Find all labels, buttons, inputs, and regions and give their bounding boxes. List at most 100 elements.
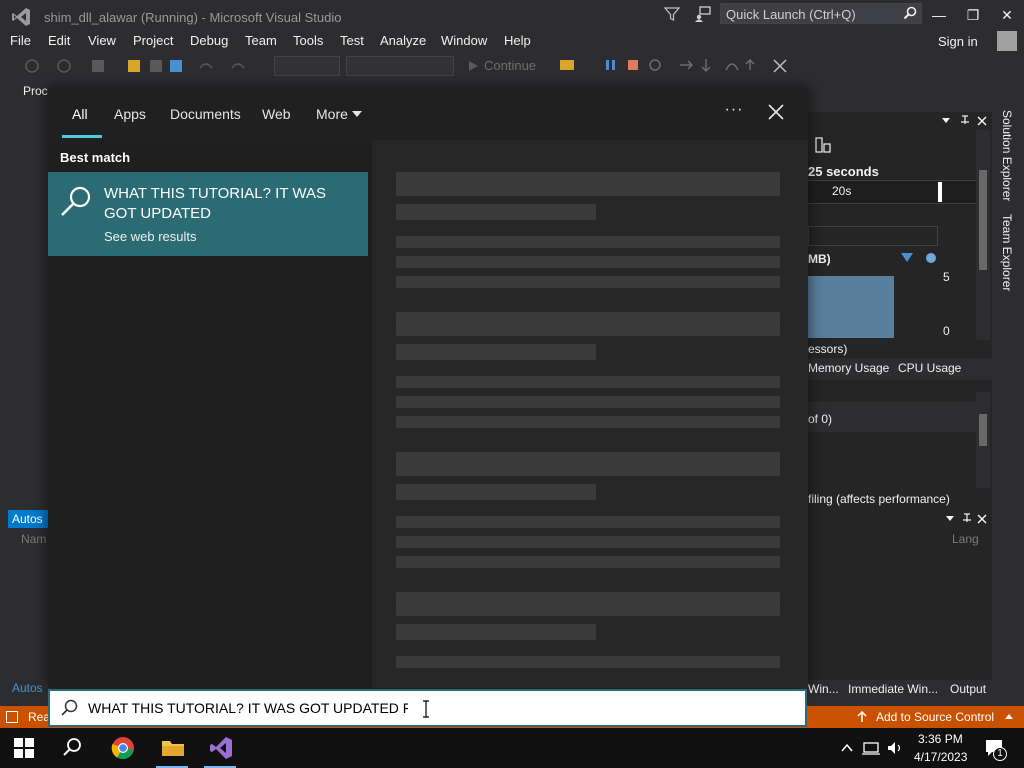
memory-usage-graph	[808, 276, 894, 338]
tab-apps[interactable]: Apps	[114, 106, 146, 122]
loading-placeholder	[396, 484, 596, 500]
tab-memory-usage[interactable]: Memory Usage	[808, 361, 889, 375]
close-window-button[interactable]: ✕	[992, 4, 1022, 26]
best-match-subtitle: See web results	[104, 229, 197, 244]
platform-combo[interactable]	[346, 56, 454, 76]
graph-min-label: 0	[943, 324, 950, 338]
status-text: Rea	[28, 710, 51, 724]
tab-command-window[interactable]: Win...	[808, 682, 839, 696]
lower-panel-header-buttons[interactable]	[944, 512, 990, 526]
search-tabs-bar	[48, 88, 808, 140]
autos-name-column: Nam	[21, 532, 47, 546]
account-icon[interactable]	[997, 31, 1017, 51]
menu-window[interactable]: Window	[441, 33, 487, 48]
window-title: shim_dll_alawar (Running) - Microsoft Vi…	[44, 10, 342, 25]
menu-test[interactable]: Test	[340, 33, 364, 48]
menu-project[interactable]: Project	[133, 33, 173, 48]
config-combo[interactable]	[274, 56, 340, 76]
menu-view[interactable]: View	[88, 33, 116, 48]
windows-start-icon[interactable]	[14, 738, 34, 758]
chevron-down-icon[interactable]	[352, 111, 362, 117]
autos-window-tab[interactable]: Autos	[8, 510, 48, 528]
undo-redo-icon[interactable]	[196, 58, 266, 74]
result-preview-pane	[372, 140, 808, 688]
loading-placeholder	[396, 376, 780, 388]
file-toolbar-icons[interactable]	[90, 56, 186, 76]
menu-debug[interactable]: Debug	[190, 33, 228, 48]
graph-max-label: 5	[943, 270, 950, 284]
visual-studio-taskbar-icon[interactable]	[208, 736, 234, 760]
tab-output[interactable]: Output	[950, 682, 986, 696]
tab-more[interactable]: More	[316, 106, 348, 122]
loading-placeholder	[396, 536, 780, 548]
menu-analyze[interactable]: Analyze	[380, 33, 426, 48]
tab-all[interactable]: All	[72, 106, 88, 122]
loading-placeholder	[396, 204, 596, 220]
tab-web[interactable]: Web	[262, 106, 291, 122]
close-icon[interactable]	[764, 100, 788, 124]
sign-in-link[interactable]: Sign in	[938, 34, 978, 49]
restore-button[interactable]: ❐	[958, 4, 988, 26]
timeline-tick: 20s	[832, 184, 852, 198]
menu-file[interactable]: File	[10, 33, 31, 48]
quick-launch-input[interactable]: Quick Launch (Ctrl+Q)	[720, 3, 922, 24]
panel-header-buttons[interactable]	[940, 114, 990, 128]
loading-placeholder	[396, 172, 780, 196]
taskbar-search-icon[interactable]	[62, 737, 82, 757]
add-to-source-control-button[interactable]: Add to Source Control	[876, 710, 994, 724]
tab-solution-explorer[interactable]: Solution Explorer	[1000, 110, 1014, 201]
search-icon	[903, 6, 917, 20]
navigate-back-forward-icon[interactable]	[24, 58, 74, 74]
language-column-header: Lang	[952, 532, 979, 546]
continue-button[interactable]: Continue	[484, 58, 536, 73]
menu-edit[interactable]: Edit	[48, 33, 70, 48]
side-tool-tabs: Solution Explorer Team Explorer	[996, 108, 1020, 308]
file-explorer-icon[interactable]	[160, 736, 186, 760]
loading-placeholder	[396, 396, 780, 408]
loading-placeholder	[396, 556, 780, 568]
tab-cpu-usage[interactable]: CPU Usage	[898, 361, 961, 375]
autos-bottom-tab[interactable]: Autos	[12, 681, 43, 695]
menu-tools[interactable]: Tools	[293, 33, 323, 48]
diagnostic-settings-icon[interactable]	[814, 136, 832, 154]
menu-team[interactable]: Team	[245, 33, 277, 48]
loading-placeholder	[396, 416, 780, 428]
tab-team-explorer[interactable]: Team Explorer	[1000, 214, 1014, 291]
loading-placeholder	[396, 656, 780, 668]
clock-time[interactable]: 3:36 PM	[918, 732, 963, 746]
notification-badge: 1	[993, 747, 1007, 761]
search-icon	[61, 699, 78, 716]
session-duration: 25 seconds	[808, 164, 879, 179]
loading-placeholder	[396, 624, 596, 640]
timeline-playhead[interactable]	[938, 182, 942, 202]
feedback-icon[interactable]	[694, 5, 712, 23]
quick-launch-placeholder: Quick Launch (Ctrl+Q)	[726, 7, 856, 22]
caret-up-icon	[1005, 714, 1013, 719]
loading-placeholder	[396, 516, 780, 528]
chrome-icon[interactable]	[110, 736, 136, 760]
loading-placeholder	[396, 312, 780, 336]
process-label: Proc	[23, 84, 48, 98]
status-icon	[6, 711, 18, 723]
lower-scrollbar-thumb[interactable]	[979, 414, 987, 446]
menu-help[interactable]: Help	[504, 33, 531, 48]
clock-date[interactable]: 4/17/2023	[914, 750, 967, 764]
cpu-processors-label: essors)	[808, 342, 848, 356]
menu-bar: File Edit View Project Debug Team Tools …	[0, 32, 1024, 52]
tab-documents[interactable]: Documents	[170, 106, 241, 122]
debug-controls[interactable]	[556, 56, 816, 76]
tab-immediate-window[interactable]: Immediate Win...	[848, 682, 938, 696]
minimize-button[interactable]: —	[924, 4, 954, 26]
search-query-input[interactable]	[88, 700, 408, 716]
loading-placeholder	[396, 344, 596, 360]
loading-placeholder	[396, 452, 780, 476]
active-tab-indicator	[62, 135, 102, 138]
notification-filter-icon[interactable]	[664, 6, 680, 22]
more-options-button[interactable]: ···	[722, 101, 746, 121]
system-tray-icons[interactable]	[840, 740, 904, 756]
best-match-title: WHAT THIS TUTORIAL? IT WAS GOT UPDATED	[104, 185, 326, 222]
loading-placeholder	[396, 256, 780, 268]
i-beam-cursor-icon	[423, 700, 429, 718]
best-match-heading: Best match	[60, 150, 131, 165]
scrollbar-thumb[interactable]	[979, 170, 987, 270]
